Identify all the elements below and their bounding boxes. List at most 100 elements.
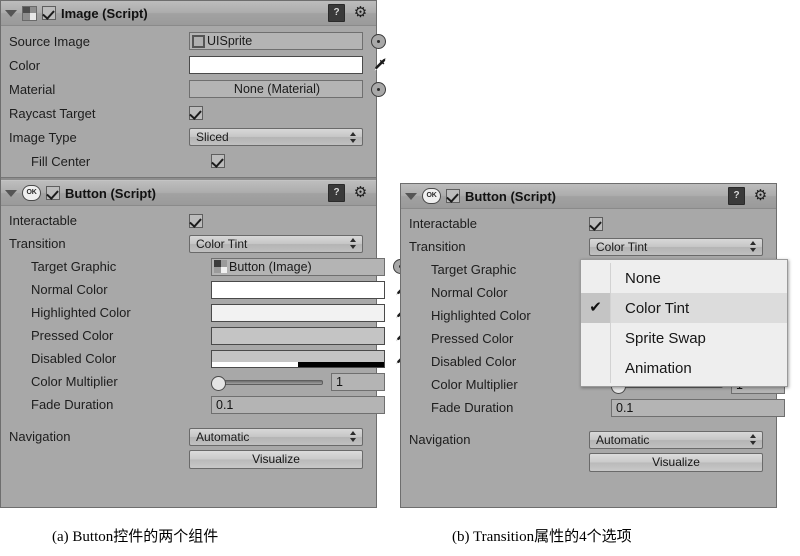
interactable-checkbox[interactable]	[189, 213, 203, 228]
component-enabled-checkbox[interactable]	[42, 6, 56, 20]
foldout-arrow-icon[interactable]	[5, 189, 17, 197]
image-type-value: Sliced	[196, 130, 229, 144]
foldout-arrow-icon[interactable]	[5, 9, 17, 17]
row-label: Transition	[409, 239, 466, 254]
component-image-script: Image (Script) ? ⚙ Source Image UISprite…	[1, 1, 387, 177]
checker-icon	[214, 260, 227, 273]
color-swatch-field[interactable]	[189, 56, 363, 74]
row-transition: Transition Color Tint	[1, 232, 376, 255]
slider-track	[217, 379, 323, 385]
navigation-popup[interactable]: Automatic	[189, 427, 363, 446]
visualize-button[interactable]: Visualize	[189, 450, 363, 469]
transition-value: Color Tint	[596, 239, 648, 254]
target-graphic-value: Button (Image)	[229, 259, 312, 274]
gear-icon[interactable]: ⚙	[353, 5, 368, 21]
row-gap	[401, 419, 776, 428]
checkmark-icon: ✔	[581, 293, 611, 323]
help-book-icon[interactable]: ?	[328, 184, 345, 202]
row-label: Target Graphic	[31, 259, 117, 274]
row-navigation: Navigation Automatic	[1, 425, 376, 448]
dropdown-item-label: Sprite Swap	[625, 329, 706, 347]
normal-color-swatch[interactable]	[211, 280, 385, 299]
disabled-color-swatch[interactable]	[211, 349, 385, 368]
transition-dropdown-menu[interactable]: None ✔ Color Tint Sprite Swap Animation	[580, 259, 788, 387]
row-fade-duration: Fade Duration 0.1	[401, 396, 785, 419]
component-header-button[interactable]: OK Button (Script) ? ⚙	[1, 181, 376, 206]
dropdown-item-color-tint[interactable]: ✔ Color Tint	[581, 293, 787, 323]
row-label: Color Multiplier	[31, 374, 118, 389]
material-value: None (Material)	[233, 82, 321, 96]
dropdown-item-sprite-swap[interactable]: Sprite Swap	[581, 323, 787, 353]
row-navigation: Navigation Automatic	[401, 428, 776, 451]
row-label: Material	[9, 81, 56, 97]
material-picker-icon[interactable]	[371, 81, 386, 97]
row-material: Material None (Material)	[1, 77, 386, 101]
script-ok-icon: OK	[422, 188, 441, 204]
color-multiplier-slider[interactable]	[211, 373, 323, 391]
color-multiplier-value[interactable]: 1	[331, 372, 385, 391]
transition-popup[interactable]: Color Tint	[189, 234, 363, 253]
interactable-checkbox[interactable]	[589, 216, 603, 231]
dropdown-item-none[interactable]: None	[581, 263, 787, 293]
eyedropper-icon[interactable]	[371, 56, 389, 74]
row-label: Transition	[9, 236, 66, 251]
image-type-popup[interactable]: Sliced	[189, 128, 363, 146]
component-header-button-b[interactable]: OK Button (Script) ? ⚙	[401, 184, 776, 209]
caption-b: (b) Transition属性的4个选项	[452, 529, 632, 545]
row-field	[211, 280, 411, 299]
component-header-image[interactable]: Image (Script) ? ⚙	[1, 1, 376, 26]
foldout-arrow-icon[interactable]	[405, 192, 417, 200]
row-field: Automatic	[589, 430, 770, 449]
material-object-field[interactable]: None (Material)	[189, 80, 363, 98]
component-title: Button (Script)	[65, 185, 156, 201]
row-visualize: Visualize	[1, 448, 376, 471]
inspector-panel-a: Image (Script) ? ⚙ Source Image UISprite…	[0, 0, 409, 508]
row-label: Fade Duration	[431, 400, 514, 415]
image-component-icon	[22, 5, 37, 21]
caption-a: (a) Button控件的两个组件	[52, 529, 219, 545]
row-label: Interactable	[409, 216, 477, 231]
row-normal-color: Normal Color	[1, 278, 409, 301]
gear-icon[interactable]: ⚙	[353, 185, 368, 201]
component-enabled-checkbox[interactable]	[46, 186, 60, 200]
source-image-value: UISprite	[207, 34, 253, 48]
script-ok-icon: OK	[22, 185, 41, 201]
dropdown-item-label: None	[625, 269, 661, 287]
row-field: None (Material)	[189, 80, 386, 98]
help-book-icon[interactable]: ?	[728, 187, 745, 205]
raycast-target-checkbox[interactable]	[189, 106, 203, 120]
component-title: Image (Script)	[61, 5, 148, 21]
row-label: Interactable	[9, 213, 77, 228]
fade-duration-value[interactable]: 0.1	[211, 395, 385, 414]
row-label: Fade Duration	[31, 397, 114, 412]
highlighted-color-swatch[interactable]	[211, 303, 385, 322]
dropdown-check-slot	[581, 353, 611, 383]
source-image-picker-icon[interactable]	[371, 33, 386, 49]
alpha-bar	[212, 361, 384, 367]
row-color-multiplier: Color Multiplier 1	[1, 370, 385, 393]
help-book-icon[interactable]: ?	[328, 4, 345, 22]
slider-thumb[interactable]	[211, 375, 226, 391]
target-graphic-object-field[interactable]: Button (Image)	[211, 257, 385, 276]
row-gap	[1, 416, 376, 425]
gear-icon[interactable]: ⚙	[753, 188, 768, 204]
row-field: 0.1	[211, 395, 385, 414]
dropdown-item-animation[interactable]: Animation	[581, 353, 787, 383]
row-field: Color Tint	[589, 237, 770, 256]
image-property-rows: Source Image UISprite Color Material Non…	[1, 26, 387, 177]
transition-popup[interactable]: Color Tint	[589, 237, 763, 256]
row-interactable: Interactable	[1, 209, 376, 232]
visualize-button[interactable]: Visualize	[589, 453, 763, 472]
fade-duration-value[interactable]: 0.1	[611, 398, 785, 417]
row-field	[189, 213, 370, 228]
navigation-popup[interactable]: Automatic	[589, 430, 763, 449]
fill-center-checkbox[interactable]	[211, 154, 225, 168]
component-enabled-checkbox[interactable]	[446, 189, 460, 203]
source-image-object-field[interactable]: UISprite	[189, 32, 363, 50]
pressed-color-swatch[interactable]	[211, 326, 385, 345]
row-raycast-target: Raycast Target	[1, 101, 376, 125]
row-color: Color	[1, 53, 387, 77]
row-label: Disabled Color	[31, 351, 117, 366]
row-transition: Transition Color Tint	[401, 235, 776, 258]
navigation-value: Automatic	[596, 432, 650, 447]
